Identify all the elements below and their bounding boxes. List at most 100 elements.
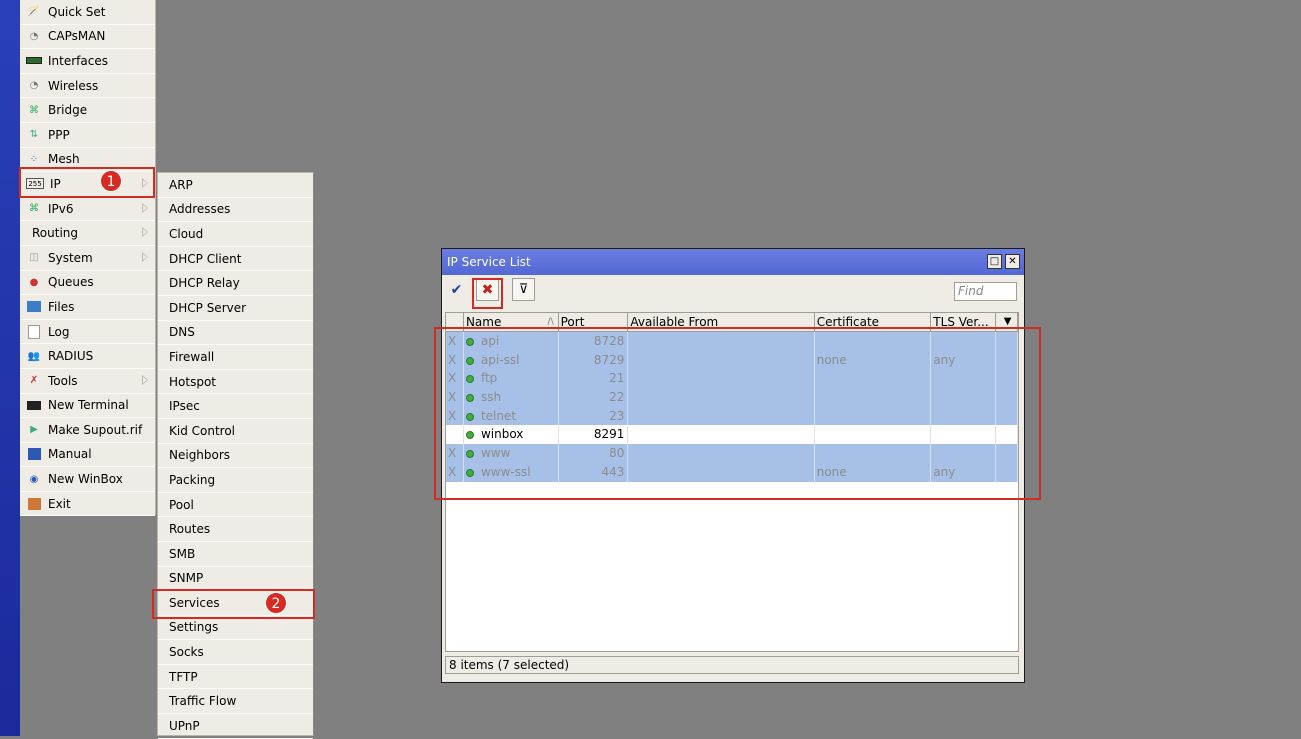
row-port: 443 (559, 462, 629, 482)
submenu-item-tftp[interactable]: TFTP (158, 665, 313, 690)
menu-item-new-terminal[interactable]: New Terminal (20, 394, 155, 419)
submenu-item-upnp[interactable]: UPnP (158, 714, 313, 739)
submenu-item-packing[interactable]: Packing (158, 468, 313, 493)
header-certificate[interactable]: Certificate (815, 313, 932, 331)
table-row[interactable]: X api 8728 (446, 332, 1018, 351)
submenu-item-neighbors[interactable]: Neighbors (158, 444, 313, 469)
submenu-arrow-icon (142, 374, 148, 385)
menu-item-make-supout[interactable]: ▶ Make Supout.rif (20, 418, 155, 443)
menu-item-mesh[interactable]: ⁘ Mesh (20, 148, 155, 173)
row-spacer (996, 369, 1018, 389)
row-certificate (815, 444, 932, 463)
submenu-item-dhcp-relay[interactable]: DHCP Relay (158, 271, 313, 296)
menu-item-ppp[interactable]: ⇅ PPP (20, 123, 155, 148)
menu-item-interfaces[interactable]: Interfaces (20, 49, 155, 74)
row-tls: any (931, 462, 997, 482)
table-row[interactable]: X api-ssl 8729 none any (446, 350, 1018, 370)
header-label: Name (465, 315, 502, 329)
table-row[interactable]: winbox 8291 (446, 425, 1018, 445)
submenu-item-arp[interactable]: ARP (158, 173, 313, 198)
column-chooser-button[interactable]: ▼ (996, 313, 1018, 331)
menu-item-manual[interactable]: Manual (20, 443, 155, 468)
header-flag[interactable] (446, 313, 464, 331)
table-row[interactable]: X ftp 21 (446, 369, 1018, 389)
menu-item-system[interactable]: ◫ System (20, 246, 155, 271)
menu-item-new-winbox[interactable]: ◉ New WinBox (20, 467, 155, 492)
row-spacer (996, 444, 1018, 463)
submenu-item-cloud[interactable]: Cloud (158, 222, 313, 247)
header-available-from[interactable]: Available From (628, 313, 815, 331)
menu-label: CAPsMAN (48, 29, 106, 44)
window-title-bar[interactable]: IP Service List □ ✕ (442, 249, 1024, 275)
row-port: 80 (559, 444, 629, 463)
submenu-item-dns[interactable]: DNS (158, 321, 313, 346)
table-row[interactable]: X www 80 (446, 444, 1018, 463)
row-tls (931, 332, 997, 351)
submenu-item-traffic-flow[interactable]: Traffic Flow (158, 689, 313, 715)
header-name[interactable]: Name /\ (464, 313, 559, 331)
menu-item-wireless[interactable]: ◔ Wireless (20, 74, 155, 99)
submenu-item-firewall[interactable]: Firewall (158, 345, 313, 370)
service-name: ftp (480, 371, 498, 386)
close-button[interactable]: ✕ (1005, 254, 1020, 269)
menu-item-quick-set[interactable]: 🪄 Quick Set (20, 0, 155, 25)
menu-item-bridge[interactable]: ⌘ Bridge (20, 98, 155, 123)
row-available-from (628, 388, 815, 407)
menu-item-capsman[interactable]: ◔ CAPsMAN (20, 25, 155, 50)
menu-item-radius[interactable]: 👥 RADIUS (20, 344, 155, 369)
find-input[interactable]: Find (954, 282, 1017, 301)
manual-icon (26, 447, 42, 461)
submenu-item-services[interactable]: Services (158, 591, 313, 616)
row-certificate (815, 332, 932, 351)
menu-item-files[interactable]: Files (20, 295, 155, 320)
menu-label: Bridge (48, 103, 88, 118)
row-spacer (996, 350, 1018, 370)
submenu-item-settings[interactable]: Settings (158, 616, 313, 641)
row-flag (446, 425, 464, 445)
submenu-item-snmp[interactable]: SNMP (158, 567, 313, 592)
menu-item-queues[interactable]: ● Queues (20, 271, 155, 296)
header-tls-version[interactable]: TLS Ver... (931, 313, 997, 331)
submenu-item-smb[interactable]: SMB (158, 542, 313, 567)
menu-item-ip[interactable]: 255 IP (20, 172, 155, 197)
row-name: ssh (464, 388, 559, 407)
submenu-item-dhcp-server[interactable]: DHCP Server (158, 296, 313, 321)
winbox-icon: ◉ (29, 473, 39, 485)
submenu-item-dhcp-client[interactable]: DHCP Client (158, 247, 313, 272)
row-flag: X (446, 388, 464, 407)
step-badge-2: 2 (265, 592, 287, 614)
submenu-item-routes[interactable]: Routes (158, 517, 313, 542)
row-spacer (996, 462, 1018, 482)
ip-service-list-window: IP Service List □ ✕ ✔ ✖ ⊽ Find Name /\ Po… (441, 248, 1025, 683)
table-row[interactable]: X telnet 23 (446, 406, 1018, 426)
table-row[interactable]: X www-ssl 443 none any (446, 462, 1018, 482)
submenu-item-kid-control[interactable]: Kid Control (158, 419, 313, 444)
filter-button[interactable]: ⊽ (512, 278, 535, 301)
ppp-icon: ⇅ (29, 129, 39, 141)
status-dot-icon (465, 431, 474, 440)
table-row[interactable]: X ssh 22 (446, 388, 1018, 407)
status-dot-icon (465, 338, 474, 346)
menu-item-ipv6[interactable]: ⌘ IPv6 (20, 197, 155, 222)
submenu-item-addresses[interactable]: Addresses (158, 198, 313, 223)
row-available-from (628, 369, 815, 389)
menu-item-exit[interactable]: Exit (20, 492, 155, 517)
submenu-item-socks[interactable]: Socks (158, 640, 313, 665)
menu-label: Mesh (48, 152, 80, 167)
menu-item-routing[interactable]: Routing (20, 221, 155, 246)
maximize-button[interactable]: □ (987, 254, 1002, 269)
submenu-item-ipsec[interactable]: IPsec (158, 394, 313, 419)
window-title: IP Service List (447, 255, 531, 269)
menu-item-tools[interactable]: ✗ Tools (20, 369, 155, 394)
log-icon (26, 324, 42, 339)
submenu-item-hotspot[interactable]: Hotspot (158, 370, 313, 395)
submenu-item-pool[interactable]: Pool (158, 493, 313, 518)
row-certificate (815, 406, 932, 426)
disable-button[interactable]: ✖ (476, 278, 499, 301)
header-port[interactable]: Port (559, 313, 629, 331)
menu-item-log[interactable]: Log (20, 320, 155, 345)
row-flag: X (446, 444, 464, 463)
row-name: www-ssl (464, 462, 559, 482)
enable-button[interactable]: ✔ (445, 278, 468, 301)
system-icon: ◫ (29, 252, 39, 264)
